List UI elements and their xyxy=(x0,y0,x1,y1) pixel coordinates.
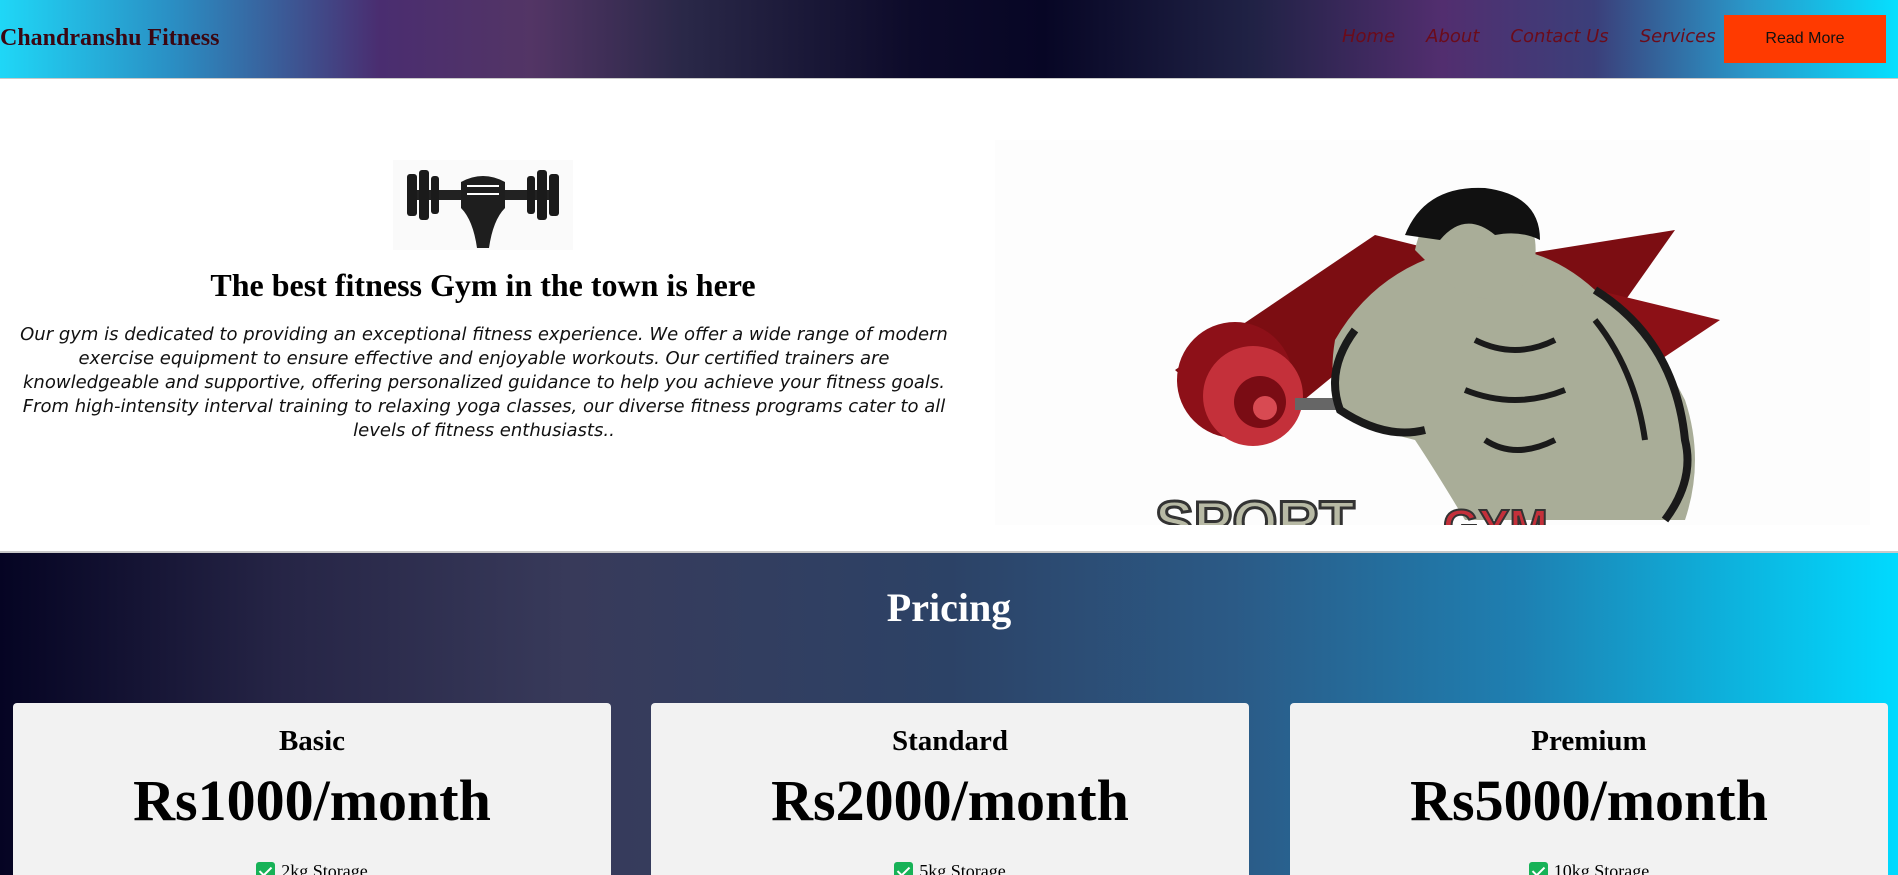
plan-feature-label: 5kg Storage xyxy=(919,861,1006,875)
site-header: Chandranshu Fitness Home About Contact U… xyxy=(0,0,1898,79)
check-icon xyxy=(1528,862,1548,875)
pricing-card-premium: Premium Rs5000/month 10kg Storage xyxy=(1290,703,1888,875)
main-nav: Home About Contact Us Services xyxy=(1342,26,1747,47)
gym-text: GYM xyxy=(1443,500,1548,525)
nav-about[interactable]: About xyxy=(1426,26,1479,47)
sport-gym-logo: SPORT GYM xyxy=(1154,187,1720,557)
hero-section: The best fitness Gym in the town is here… xyxy=(0,80,1898,557)
sport-gym-image: SPORT GYM xyxy=(995,140,1870,557)
check-icon xyxy=(256,862,276,875)
plan-feature: 10kg Storage xyxy=(1290,861,1888,875)
plan-feature: 2kg Storage xyxy=(13,861,611,875)
plan-name: Standard xyxy=(891,725,1009,757)
hero-title: The best fitness Gym in the town is here xyxy=(210,267,756,303)
hero-description: Our gym is dedicated to providing an exc… xyxy=(20,324,948,441)
nav-services[interactable]: Services xyxy=(1640,26,1716,47)
brand-name[interactable]: Chandranshu Fitness xyxy=(0,25,219,52)
check-icon xyxy=(894,862,914,875)
read-more-button[interactable]: Read More xyxy=(1724,15,1886,63)
pricing-card-standard: Standard Rs2000/month 5kg Storage xyxy=(651,703,1249,875)
sport-text: SPORT xyxy=(1155,490,1355,525)
pricing-section: Pricing Basic Rs1000/month 2kg Storage S… xyxy=(0,551,1898,875)
dumbbell-fist-icon xyxy=(393,160,573,250)
pricing-card-basic: Basic Rs1000/month 2kg Storage xyxy=(13,703,611,875)
pricing-title: Pricing xyxy=(886,585,1012,630)
plan-name: Basic xyxy=(278,725,346,757)
plan-feature-label: 2kg Storage xyxy=(281,861,368,875)
plan-price: Rs5000/month xyxy=(1410,768,1768,833)
plan-feature-label: 10kg Storage xyxy=(1553,861,1650,875)
plan-price: Rs1000/month xyxy=(133,768,491,833)
nav-home[interactable]: Home xyxy=(1342,26,1395,47)
plan-name: Premium xyxy=(1531,725,1647,757)
plan-price: Rs2000/month xyxy=(771,768,1129,833)
nav-contact-us[interactable]: Contact Us xyxy=(1510,26,1608,47)
plan-feature: 5kg Storage xyxy=(651,861,1249,875)
